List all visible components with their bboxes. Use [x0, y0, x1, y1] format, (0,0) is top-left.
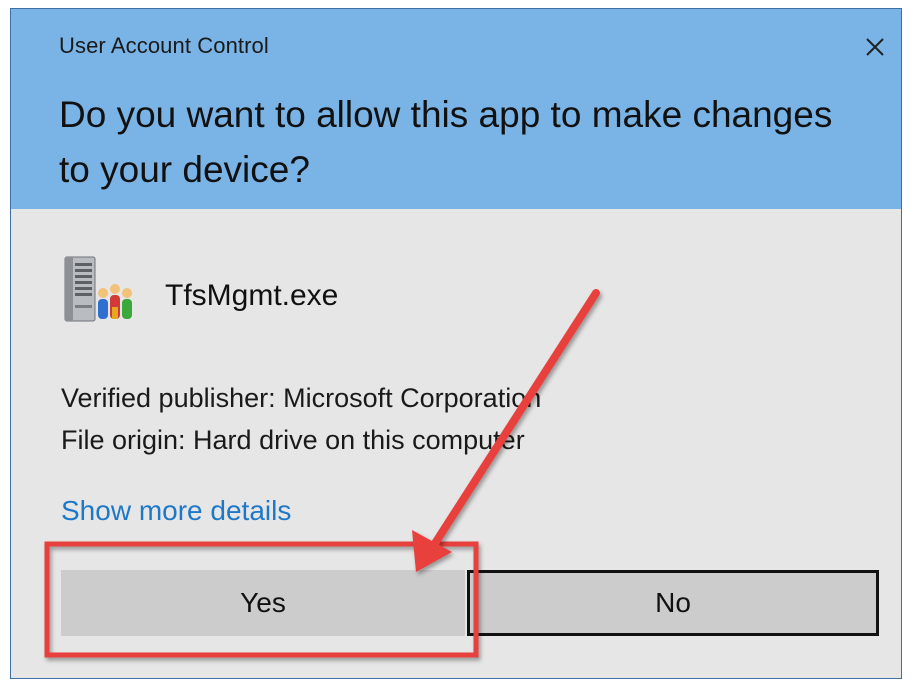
- app-name: TfsMgmt.exe: [165, 279, 339, 312]
- verified-publisher: Verified publisher: Microsoft Corporatio…: [61, 383, 542, 413]
- prompt-heading: Do you want to allow this app to make ch…: [59, 94, 833, 190]
- dialog-header: User Account Control Do you want to allo…: [11, 9, 901, 209]
- file-origin: File origin: Hard drive on this computer: [61, 425, 525, 455]
- no-button[interactable]: No: [467, 570, 879, 636]
- show-more-details-link[interactable]: Show more details: [61, 495, 291, 527]
- yes-button[interactable]: Yes: [61, 570, 465, 636]
- uac-dialog: User Account Control Do you want to allo…: [10, 8, 902, 679]
- details-block: Verified publisher: Microsoft Corporatio…: [61, 377, 541, 461]
- server-users-icon: [64, 256, 132, 322]
- close-button[interactable]: [859, 31, 891, 63]
- window-title: User Account Control: [59, 33, 269, 58]
- close-icon: [866, 38, 884, 56]
